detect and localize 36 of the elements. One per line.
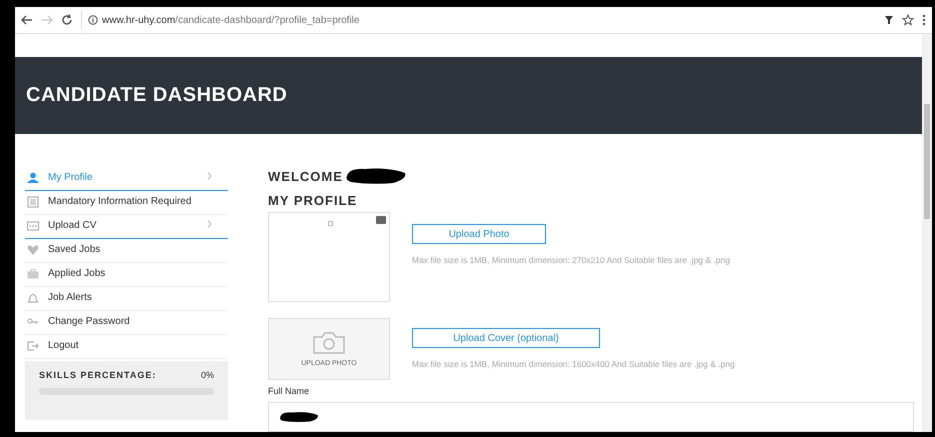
address-bar[interactable]: www.hr-uhy.com/candicate-dashboard/?profile_tab=profile (81, 11, 876, 29)
sidebar-item[interactable]: Job Alerts (25, 287, 228, 311)
sidebar-item[interactable]: Change Password (25, 311, 228, 335)
heart-icon (27, 244, 39, 256)
redaction-mark (279, 409, 319, 425)
star-icon[interactable] (902, 14, 914, 26)
bell-icon (27, 292, 39, 304)
skills-reading: 0% (200, 370, 214, 380)
sidebar-item[interactable]: Saved Jobs (25, 239, 228, 263)
scrollbar-thumb[interactable] (924, 104, 930, 219)
input-field[interactable] (268, 402, 914, 432)
camera-icon (312, 332, 346, 354)
welcome-heading: WELCOME (268, 168, 343, 184)
menu-icon[interactable] (922, 14, 926, 26)
skills-label: SKILLS PERCENTAGE: (39, 370, 156, 380)
sidebar-item[interactable]: Applied Jobs (25, 263, 228, 287)
briefcase-icon (27, 268, 39, 280)
sidebar-item[interactable]: Logout (25, 335, 228, 359)
page-title: CANDIDATE DASHBOARD (26, 84, 288, 108)
back-icon[interactable] (21, 15, 33, 25)
field-label: Full Name (268, 386, 310, 396)
hint-text: Max file size is 1MB, Minimum dimension: 1600x400 And Suitable files are .jpg & .png (412, 358, 735, 371)
user-icon (27, 172, 39, 184)
card-icon (27, 220, 39, 232)
section-heading: MY PROFILE (268, 193, 358, 208)
hint-text: Max file size is 1MB, Minimum dimension: 270x210 And Suitable files are .jpg & .png (412, 254, 730, 267)
sidebar-item[interactable]: Upload CV (25, 215, 228, 239)
chevron-icon (207, 172, 212, 180)
chevron-icon (207, 220, 212, 228)
sidebar-item[interactable]: Mandatory Information Required (25, 191, 228, 215)
redaction-mark (344, 167, 407, 185)
filter-icon[interactable] (884, 15, 894, 25)
info-icon (88, 15, 98, 25)
document-icon (27, 196, 39, 208)
reload-icon[interactable] (61, 14, 73, 26)
logout-icon (27, 340, 39, 352)
